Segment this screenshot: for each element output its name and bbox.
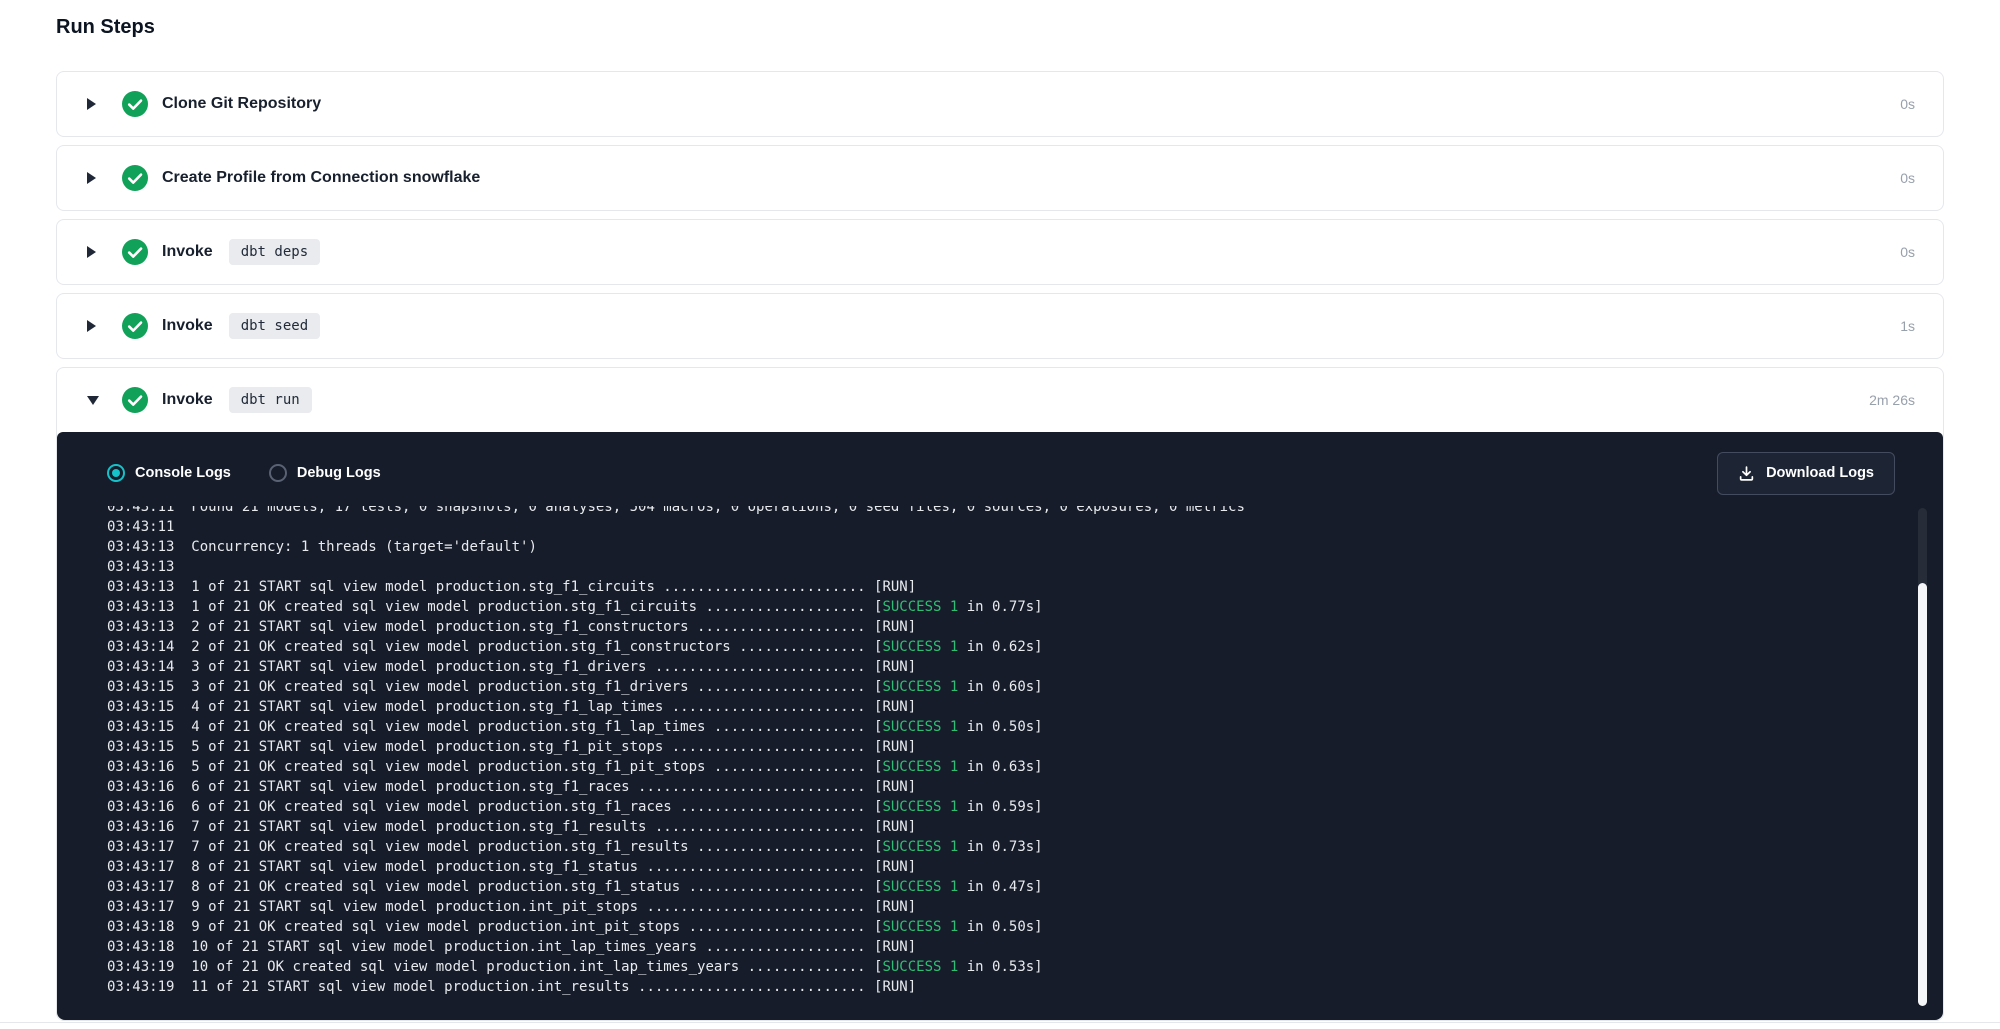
radio-unselected-icon[interactable] [269, 464, 287, 482]
chevron-right-icon[interactable] [87, 98, 96, 110]
step-duration: 2m 26s [1869, 392, 1915, 408]
radio-selected-icon[interactable] [107, 464, 125, 482]
log-line: 03:43:16 7 of 21 START sql view model pr… [107, 817, 1899, 837]
step-invoke-dbt-seed: Invoke dbt seed 1s [56, 293, 1944, 359]
console-panel: Console Logs Debug Logs Download Logs [57, 432, 1943, 1020]
log-line: 03:43:14 2 of 21 OK created sql view mod… [107, 637, 1899, 657]
step-label: Invoke [162, 317, 213, 335]
step-duration: 0s [1900, 96, 1915, 112]
console-toolbar: Console Logs Debug Logs Download Logs [107, 450, 1895, 496]
step-create-profile: Create Profile from Connection snowflake… [56, 145, 1944, 211]
step-label: Create Profile from Connection snowflake [162, 169, 480, 187]
step-label: Invoke [162, 391, 213, 409]
step-duration: 0s [1900, 244, 1915, 260]
step-clone-git-repository: Clone Git Repository 0s [56, 71, 1944, 137]
chevron-down-icon[interactable] [87, 396, 99, 405]
success-check-icon [122, 313, 148, 339]
log-line: 03:43:13 2 of 21 START sql view model pr… [107, 617, 1899, 637]
step-header[interactable]: Invoke dbt seed 1s [57, 294, 1943, 358]
log-line: 03:43:17 8 of 21 START sql view model pr… [107, 857, 1899, 877]
page-title: Run Steps [56, 16, 1944, 39]
section-divider [0, 1022, 2000, 1023]
step-header[interactable]: Invoke dbt run 2m 26s [57, 368, 1943, 432]
log-line: 03:43:17 7 of 21 OK created sql view mod… [107, 837, 1899, 857]
download-logs-label: Download Logs [1766, 465, 1874, 481]
console-scrollbar-thumb[interactable] [1918, 583, 1927, 1006]
log-line: 03:43:17 8 of 21 OK created sql view mod… [107, 877, 1899, 897]
step-header[interactable]: Invoke dbt deps 0s [57, 220, 1943, 284]
step-invoke-dbt-run: Invoke dbt run 2m 26s Console Logs Debug… [56, 367, 1944, 1021]
log-line: 03:43:13 1 of 21 START sql view model pr… [107, 577, 1899, 597]
step-duration: 0s [1900, 170, 1915, 186]
step-invoke-dbt-deps: Invoke dbt deps 0s [56, 219, 1944, 285]
success-check-icon [122, 387, 148, 413]
command-chip: dbt seed [229, 313, 320, 339]
log-line: 03:43:16 6 of 21 OK created sql view mod… [107, 797, 1899, 817]
command-chip: dbt deps [229, 239, 320, 265]
log-line: 03:43:13 1 of 21 OK created sql view mod… [107, 597, 1899, 617]
log-line: 03:43:18 10 of 21 START sql view model p… [107, 937, 1899, 957]
step-header[interactable]: Clone Git Repository 0s [57, 72, 1943, 136]
chevron-right-icon[interactable] [87, 172, 96, 184]
log-line: 03:43:18 9 of 21 OK created sql view mod… [107, 917, 1899, 937]
log-line: 03:43:15 5 of 21 START sql view model pr… [107, 737, 1899, 757]
log-line: 03:43:17 9 of 21 START sql view model pr… [107, 897, 1899, 917]
success-check-icon [122, 91, 148, 117]
log-line: 03:43:15 4 of 21 OK created sql view mod… [107, 717, 1899, 737]
radio-label: Debug Logs [297, 465, 381, 481]
chevron-right-icon[interactable] [87, 320, 96, 332]
success-check-icon [122, 239, 148, 265]
console-scrollbar[interactable] [1918, 508, 1927, 1006]
download-icon [1738, 465, 1755, 482]
step-duration: 1s [1900, 318, 1915, 334]
radio-label: Console Logs [135, 465, 231, 481]
log-line: 03:43:13 Concurrency: 1 threads (target=… [107, 537, 1899, 557]
log-line: 03:43:14 3 of 21 START sql view model pr… [107, 657, 1899, 677]
chevron-right-icon[interactable] [87, 246, 96, 258]
log-lines: 03:43:11 Found 21 models, 17 tests, 0 sn… [107, 506, 1899, 997]
log-line: 03:43:11 Found 21 models, 17 tests, 0 sn… [107, 506, 1899, 517]
command-chip: dbt run [229, 387, 312, 413]
log-line: 03:43:19 10 of 21 OK created sql view mo… [107, 957, 1899, 977]
log-line: 03:43:16 6 of 21 START sql view model pr… [107, 777, 1899, 797]
debug-logs-radio[interactable]: Debug Logs [269, 464, 381, 482]
download-logs-button[interactable]: Download Logs [1717, 452, 1895, 495]
log-line: 03:43:19 11 of 21 START sql view model p… [107, 977, 1899, 997]
log-line: 03:43:16 5 of 21 OK created sql view mod… [107, 757, 1899, 777]
console-log-output[interactable]: 03:43:11 Found 21 models, 17 tests, 0 sn… [57, 506, 1943, 1006]
log-line: 03:43:11 [107, 517, 1899, 537]
log-line: 03:43:15 3 of 21 OK created sql view mod… [107, 677, 1899, 697]
log-line: 03:43:13 [107, 557, 1899, 577]
step-label: Clone Git Repository [162, 95, 321, 113]
step-header[interactable]: Create Profile from Connection snowflake… [57, 146, 1943, 210]
console-logs-radio[interactable]: Console Logs [107, 464, 231, 482]
step-label: Invoke [162, 243, 213, 261]
log-line: 03:43:15 4 of 21 START sql view model pr… [107, 697, 1899, 717]
success-check-icon [122, 165, 148, 191]
run-steps-page: Run Steps Clone Git Repository 0s Create… [0, 0, 2000, 1021]
